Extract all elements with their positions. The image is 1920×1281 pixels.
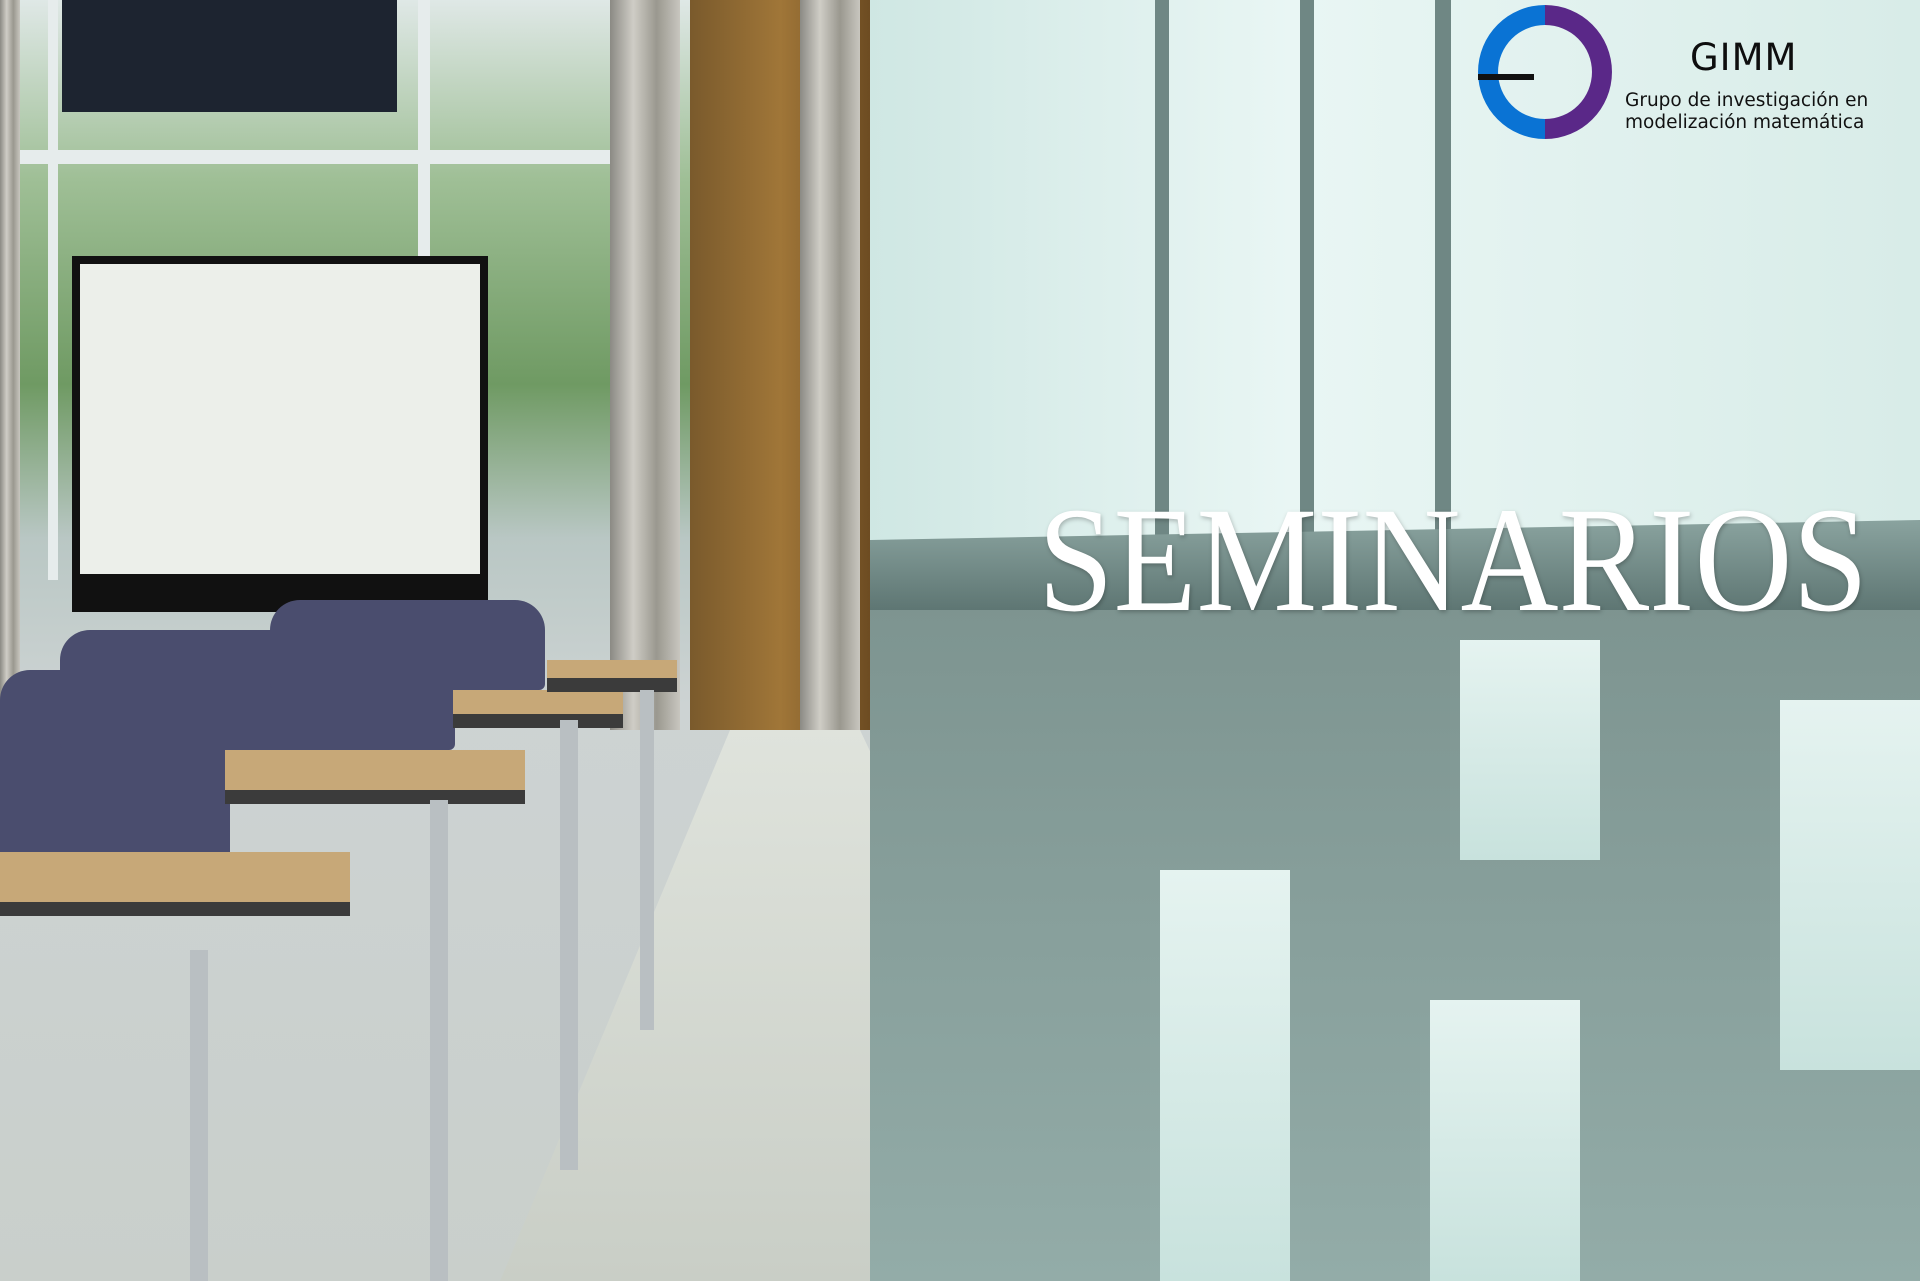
desk-leg xyxy=(640,690,654,1030)
desk xyxy=(225,750,525,804)
projection-screen xyxy=(72,256,488,612)
desk xyxy=(453,690,623,728)
glass-pane xyxy=(1780,700,1920,1070)
ceiling-tv xyxy=(62,0,397,112)
curtain xyxy=(610,0,680,730)
logo-left-arc xyxy=(1478,5,1545,139)
desk-leg xyxy=(560,720,578,1170)
lower-window-frame xyxy=(870,600,1920,1281)
curtain xyxy=(800,0,860,730)
desk-leg xyxy=(430,800,448,1281)
desk xyxy=(0,852,350,916)
curtain xyxy=(0,0,20,730)
tagline-line-2: modelización matemática xyxy=(1625,112,1865,133)
logo-bar xyxy=(1478,74,1534,80)
desk-leg xyxy=(190,950,208,1281)
tagline-line-1: Grupo de investigación en xyxy=(1625,90,1869,111)
seminarios-title: SEMINARIOS xyxy=(1038,490,1868,620)
glass-pane xyxy=(1460,640,1600,860)
title-text: SEMINARIOS xyxy=(1038,490,1868,620)
logo-tagline: Grupo de investigación en modelización m… xyxy=(1625,90,1868,134)
desk xyxy=(547,660,677,692)
classroom-photo-background xyxy=(0,0,1920,1281)
logo-right-arc xyxy=(1545,5,1612,139)
chair xyxy=(270,600,545,690)
glass-pane xyxy=(1160,870,1290,1281)
logo-name: GIMM xyxy=(1690,36,1798,79)
glass-pane xyxy=(1430,1000,1580,1281)
